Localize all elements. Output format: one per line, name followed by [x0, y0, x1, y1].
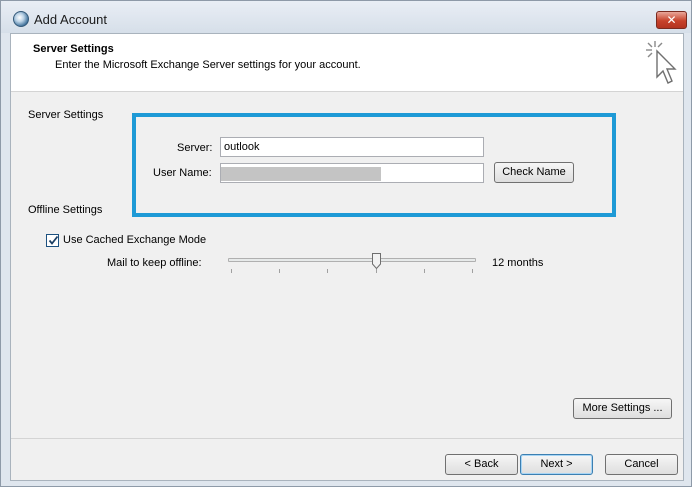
- cursor-sparkle-icon: [646, 41, 677, 84]
- mail-offline-label: Mail to keep offline:: [107, 257, 202, 269]
- server-field-value: outlook: [224, 141, 260, 153]
- server-label: Server:: [177, 142, 213, 154]
- dialog-body: Server Settings Enter the Microsoft Exch…: [10, 33, 684, 481]
- username-label: User Name:: [153, 167, 212, 179]
- mail-offline-slider-thumb[interactable]: [372, 253, 382, 269]
- server-settings-section-label: Server Settings: [28, 109, 104, 121]
- cached-mode-label[interactable]: Use Cached Exchange Mode: [63, 234, 206, 246]
- slider-tick: [472, 269, 473, 273]
- mail-offline-value: 12 months: [492, 257, 544, 269]
- cached-mode-checkbox[interactable]: [46, 234, 59, 247]
- redacted-username: [221, 167, 381, 181]
- slider-tick: [231, 269, 232, 273]
- page-title: Server Settings: [33, 43, 114, 55]
- next-button[interactable]: Next >: [520, 454, 593, 475]
- title-bar: Add Account ✕: [1, 1, 691, 33]
- more-settings-button[interactable]: More Settings ...: [573, 398, 672, 419]
- username-field[interactable]: [220, 163, 484, 183]
- check-name-button[interactable]: Check Name: [494, 162, 574, 183]
- close-icon[interactable]: ✕: [656, 11, 687, 29]
- slider-tick: [424, 269, 425, 273]
- slider-tick: [327, 269, 328, 273]
- header-pane: Server Settings Enter the Microsoft Exch…: [11, 34, 683, 92]
- mail-offline-slider-track[interactable]: [228, 258, 476, 262]
- back-button[interactable]: < Back: [445, 454, 518, 475]
- window-title: Add Account: [34, 12, 107, 27]
- checkmark-icon: [48, 235, 59, 245]
- slider-tick: [279, 269, 280, 273]
- cancel-button[interactable]: Cancel: [605, 454, 678, 475]
- page-subtitle: Enter the Microsoft Exchange Server sett…: [55, 59, 361, 71]
- footer-divider: [11, 438, 683, 439]
- add-account-window: Add Account ✕ Server Settings Enter the …: [0, 0, 692, 487]
- server-field[interactable]: outlook: [220, 137, 484, 157]
- slider-tick: [376, 269, 377, 273]
- outlook-globe-icon: [13, 11, 29, 27]
- offline-settings-section-label: Offline Settings: [28, 204, 103, 216]
